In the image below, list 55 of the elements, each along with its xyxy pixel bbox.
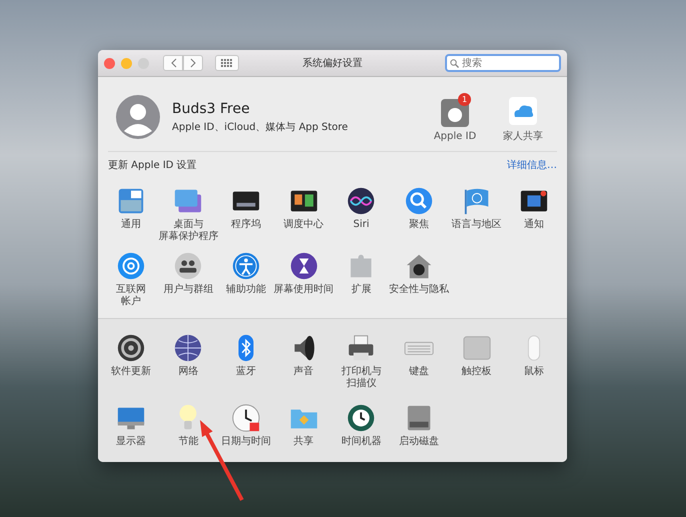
preference-item[interactable]: 打印机与 扫描仪 [332,333,390,394]
preference-item[interactable]: 辅助功能 [217,251,275,308]
close-button[interactable] [104,58,115,68]
details-link[interactable]: 详细信息… [507,158,557,172]
preference-item[interactable]: 键盘 [390,333,448,394]
preference-item[interactable]: 鼠标 [505,333,563,394]
notification-badge: 1 [458,92,471,106]
preference-item[interactable]: 通知 [505,186,563,243]
people-icon [173,251,204,281]
person-icon [231,251,262,281]
preference-item[interactable]: 显示器 [102,402,160,452]
account-name: Buds3 Free [172,100,251,116]
preference-item[interactable]: 通用 [102,186,160,243]
chevron-left-icon [170,58,176,68]
preference-item[interactable]: 软件更新 [102,333,160,394]
preference-item[interactable]: 节能 [160,402,218,452]
search-field[interactable]: 搜索 [445,54,561,72]
globe-icon [173,333,204,363]
preference-item[interactable]: 时间机器 [332,402,390,452]
preference-item[interactable]: 互联网 帐户 [102,251,160,308]
preference-item[interactable]: 扩展 [332,251,390,308]
forward-button[interactable] [183,55,203,71]
family-sharing-button[interactable]: 家人共享 [495,91,551,143]
cloud-icon [509,97,537,125]
notice-text: 更新 Apple ID 设置 [108,158,197,172]
hourglass-icon [288,251,319,281]
apple-id-button[interactable]: 1 Apple ID [427,92,483,142]
window-title: 系统偏好设置 [302,56,362,70]
preference-item[interactable]: 用户与群组 [160,251,218,308]
search-icon [450,59,459,68]
clock-icon [231,402,262,432]
preference-item[interactable]: 共享 [274,402,332,452]
preference-item[interactable]: 屏幕使用时间 [274,251,332,308]
grid-icon [221,59,233,67]
preference-item[interactable]: 蓝牙 [217,333,275,394]
back-button[interactable] [163,55,183,71]
show-all-button[interactable] [215,55,239,71]
preference-item[interactable]: 启动磁盘 [390,402,448,452]
preference-item[interactable]: 触控板 [448,333,506,394]
preference-item[interactable]: Siri [332,186,390,243]
preference-item[interactable]: 聚焦 [390,186,448,243]
preference-item[interactable]: 程序坞 [217,186,275,243]
preference-item[interactable]: 日期与时间 [217,402,275,452]
search-icon [404,186,434,216]
gear-icon [116,333,146,363]
preference-item[interactable]: 调度中心 [274,186,332,243]
preference-item[interactable]: 声音 [274,333,332,394]
preference-item[interactable]: 语言与地区 [448,186,506,243]
preference-item[interactable]: 安全性与隐私 [390,251,448,308]
avatar [116,95,160,139]
chevron-right-icon [190,58,196,68]
preference-item[interactable]: 桌面与 屏幕保护程序 [160,186,218,243]
orb-icon [346,186,376,216]
account-subtitle: Apple ID、iCloud、媒体与 App Store [172,120,349,134]
preference-item[interactable]: 网络 [160,333,218,394]
